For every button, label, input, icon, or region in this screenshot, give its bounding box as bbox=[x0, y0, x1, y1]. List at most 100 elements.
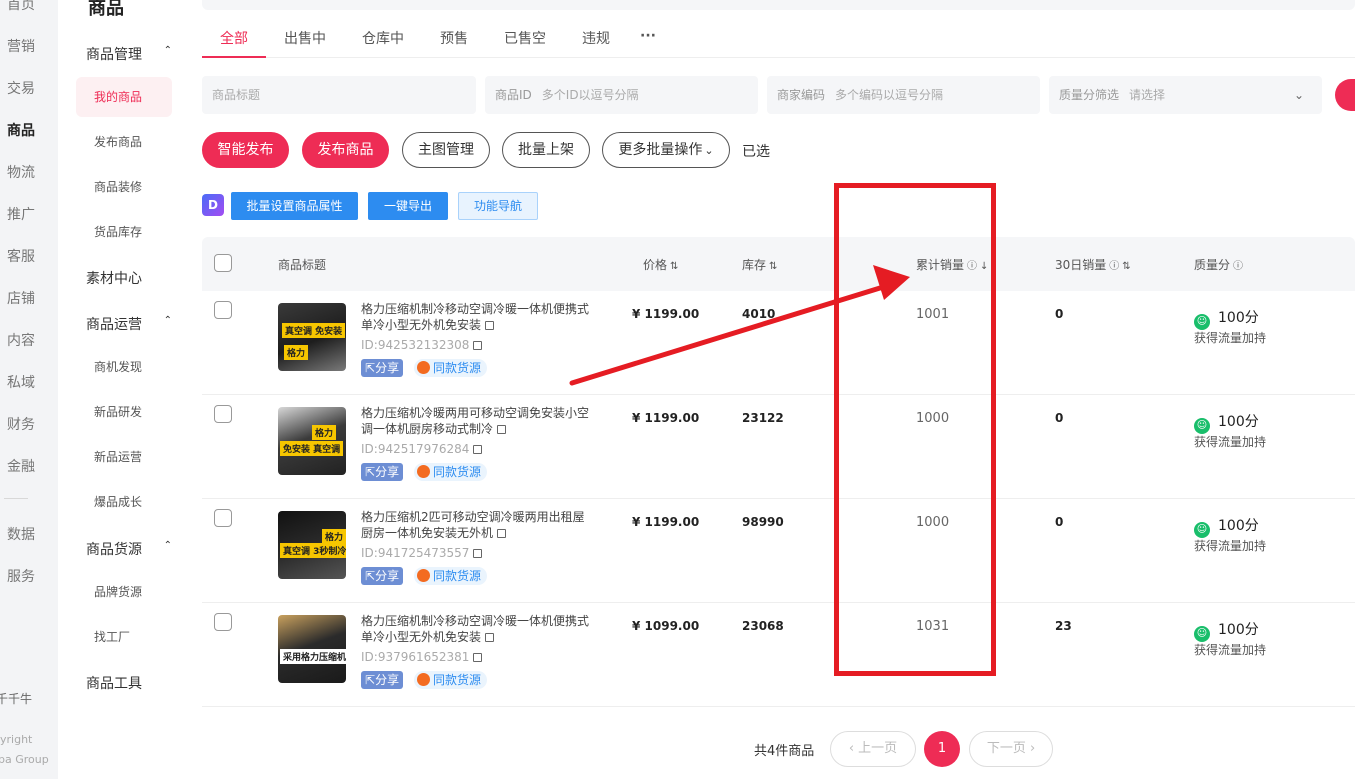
annotation-highlight-box bbox=[834, 183, 996, 676]
feature-nav-button[interactable]: 功能导航 bbox=[458, 192, 538, 220]
header-stock[interactable]: 库存 ⇅ bbox=[742, 256, 777, 273]
share-button[interactable]: ⇱分享 bbox=[361, 463, 404, 481]
sidebar-item-inventory[interactable]: 货品库存 bbox=[76, 212, 172, 252]
same-source-button[interactable]: 同款货源 bbox=[414, 463, 488, 481]
sidebar-item-new-ops[interactable]: 新品运营 bbox=[76, 437, 172, 477]
copy-icon[interactable] bbox=[485, 633, 495, 642]
sidebar-group-manage[interactable]: 商品管理 ⌃ bbox=[86, 44, 178, 64]
tab-presale[interactable]: 预售 bbox=[440, 28, 468, 48]
product-thumbnail[interactable]: 格力 真空调 3秒制冷 bbox=[278, 511, 346, 579]
next-page-button[interactable]: 下一页 › bbox=[969, 731, 1053, 767]
copy-icon[interactable] bbox=[473, 653, 483, 662]
sidebar-group-source[interactable]: 商品货源 ⌃ bbox=[86, 539, 178, 559]
header-sales-30d[interactable]: 30日销量 ⓘ ⇅ bbox=[1055, 256, 1131, 273]
same-source-button[interactable]: 同款货源 bbox=[414, 671, 488, 689]
sidebar-group-material[interactable]: 素材中心 bbox=[86, 268, 178, 288]
rail-item-marketing[interactable]: 营销 bbox=[0, 36, 58, 56]
sidebar-item-research[interactable]: 新品研发 bbox=[76, 392, 172, 432]
select-all-checkbox[interactable] bbox=[214, 254, 232, 272]
row-checkbox[interactable] bbox=[214, 613, 232, 631]
stock-cell[interactable]: 4010 bbox=[742, 307, 775, 321]
tab-on-sale[interactable]: 出售中 bbox=[284, 28, 326, 48]
sidebar-item-decorate[interactable]: 商品装修 bbox=[76, 167, 172, 207]
page-1-button[interactable]: 1 bbox=[924, 731, 960, 767]
d-app-icon[interactable]: D bbox=[202, 194, 224, 216]
sort-icon: ⇅ bbox=[670, 261, 679, 272]
product-title[interactable]: 格力压缩机制冷移动空调冷暖一体机便携式单冷小型无外机免安装 bbox=[361, 301, 595, 333]
sidebar-item-factory[interactable]: 找工厂 bbox=[76, 617, 172, 657]
tab-violation[interactable]: 违规 bbox=[582, 28, 610, 48]
tab-all[interactable]: 全部 bbox=[220, 28, 248, 48]
product-thumbnail[interactable]: 采用格力压缩机 bbox=[278, 615, 346, 683]
sidebar-group-ops[interactable]: 商品运营 ⌃ bbox=[86, 314, 178, 334]
copy-icon[interactable] bbox=[473, 549, 483, 558]
main-image-button[interactable]: 主图管理 bbox=[402, 132, 490, 168]
sidebar-item-publish[interactable]: 发布商品 bbox=[76, 122, 172, 162]
tab-more-icon[interactable]: ··· bbox=[640, 28, 656, 44]
copy-icon[interactable] bbox=[497, 529, 507, 538]
stock-cell[interactable]: 98990 bbox=[742, 515, 784, 529]
row-checkbox[interactable] bbox=[214, 509, 232, 527]
sidebar-item-hot[interactable]: 爆品成长 bbox=[76, 482, 172, 522]
tab-warehouse[interactable]: 仓库中 bbox=[362, 28, 404, 48]
product-thumbnail[interactable]: 真空调 免安装 格力 bbox=[278, 303, 346, 371]
copy-icon[interactable] bbox=[473, 341, 483, 350]
stock-cell[interactable]: 23068 bbox=[742, 619, 784, 633]
batch-list-button[interactable]: 批量上架 bbox=[502, 132, 590, 168]
prev-page-button[interactable]: ‹ 上一页 bbox=[830, 731, 916, 767]
rail-item-promotion[interactable]: 推广 bbox=[0, 204, 58, 224]
product-title[interactable]: 格力压缩机2匹可移动空调冷暖两用出租屋厨房一体机免安装无外机 bbox=[361, 509, 595, 541]
publish-button[interactable]: 发布商品 bbox=[302, 132, 389, 168]
copy-icon[interactable] bbox=[497, 425, 507, 434]
rail-item-banking[interactable]: 金融 bbox=[0, 456, 58, 476]
sidebar-item-brand-source[interactable]: 品牌货源 bbox=[76, 572, 172, 612]
quality-note: 获得流量加持 bbox=[1194, 435, 1267, 449]
share-button[interactable]: ⇱分享 bbox=[361, 359, 404, 377]
stock-cell[interactable]: 23122 bbox=[742, 411, 784, 425]
quality-select[interactable]: 质量分筛选 请选择 ⌄ bbox=[1049, 76, 1322, 114]
sidebar-group-tools[interactable]: 商品工具 bbox=[86, 673, 178, 693]
copy-icon[interactable] bbox=[485, 321, 495, 330]
rail-item-private[interactable]: 私域 bbox=[0, 372, 58, 392]
table-row: 格力 真空调 3秒制冷 格力压缩机2匹可移动空调冷暖两用出租屋厨房一体机免安装无… bbox=[202, 499, 1355, 603]
rail-item-home[interactable]: 首页 bbox=[0, 0, 58, 14]
row-checkbox[interactable] bbox=[214, 301, 232, 319]
rail-divider bbox=[4, 498, 28, 499]
more-batch-button[interactable]: 更多批量操作 ⌄ bbox=[602, 132, 730, 168]
rail-item-logistics[interactable]: 物流 bbox=[0, 162, 58, 182]
code-search-input[interactable]: 商家编码 多个编码以逗号分隔 bbox=[767, 76, 1040, 114]
batch-attr-button[interactable]: 批量设置商品属性 bbox=[231, 192, 358, 220]
rail-item-store[interactable]: 店铺 bbox=[0, 288, 58, 308]
rail-item-finance[interactable]: 财务 bbox=[0, 414, 58, 434]
rail-item-trade[interactable]: 交易 bbox=[0, 78, 58, 98]
primary-nav-rail: 首页 营销 交易 商品 物流 推广 客服 店铺 内容 私域 财务 金融 数据 服… bbox=[0, 0, 58, 779]
rail-item-service[interactable]: 客服 bbox=[0, 246, 58, 266]
product-thumbnail[interactable]: 格力 免安装 真空调 bbox=[278, 407, 346, 475]
id-search-input[interactable]: 商品ID 多个ID以逗号分隔 bbox=[485, 76, 758, 114]
smart-publish-button[interactable]: 智能发布 bbox=[202, 132, 289, 168]
share-button[interactable]: ⇱分享 bbox=[361, 671, 404, 689]
rail-item-services[interactable]: 服务 bbox=[0, 566, 58, 586]
rail-item-content[interactable]: 内容 bbox=[0, 330, 58, 350]
copy-icon[interactable] bbox=[473, 445, 483, 454]
product-title[interactable]: 格力压缩机冷暖两用可移动空调免安装小空调一体机厨房移动式制冷 bbox=[361, 405, 595, 437]
same-source-label: 同款货源 bbox=[433, 361, 482, 375]
rail-item-goods[interactable]: 商品 bbox=[0, 120, 58, 140]
header-price[interactable]: 价格 ⇅ bbox=[643, 256, 678, 273]
tab-sold-out[interactable]: 已售空 bbox=[504, 28, 546, 48]
rail-footer-brand: 千千牛 bbox=[0, 692, 33, 706]
export-button[interactable]: 一键导出 bbox=[368, 192, 448, 220]
sidebar-item-discover[interactable]: 商机发现 bbox=[76, 347, 172, 387]
share-button[interactable]: ⇱分享 bbox=[361, 567, 404, 585]
product-title[interactable]: 格力压缩机制冷移动空调冷暖一体机便携式单冷小型无外机免安装 bbox=[361, 613, 595, 645]
title-search-input[interactable]: 商品标题 bbox=[202, 76, 476, 114]
product-title-text: 格力压缩机制冷移动空调冷暖一体机便携式单冷小型无外机免安装 bbox=[361, 302, 590, 332]
sidebar-item-my-goods[interactable]: 我的商品 bbox=[76, 77, 172, 117]
same-source-button[interactable]: 同款货源 bbox=[414, 359, 488, 377]
pagination-total: 共4件商品 bbox=[754, 744, 815, 759]
button-label: 更多批量操作 bbox=[618, 142, 703, 158]
rail-item-data[interactable]: 数据 bbox=[0, 524, 58, 544]
search-button[interactable] bbox=[1335, 79, 1355, 111]
same-source-button[interactable]: 同款货源 bbox=[414, 567, 488, 585]
row-checkbox[interactable] bbox=[214, 405, 232, 423]
